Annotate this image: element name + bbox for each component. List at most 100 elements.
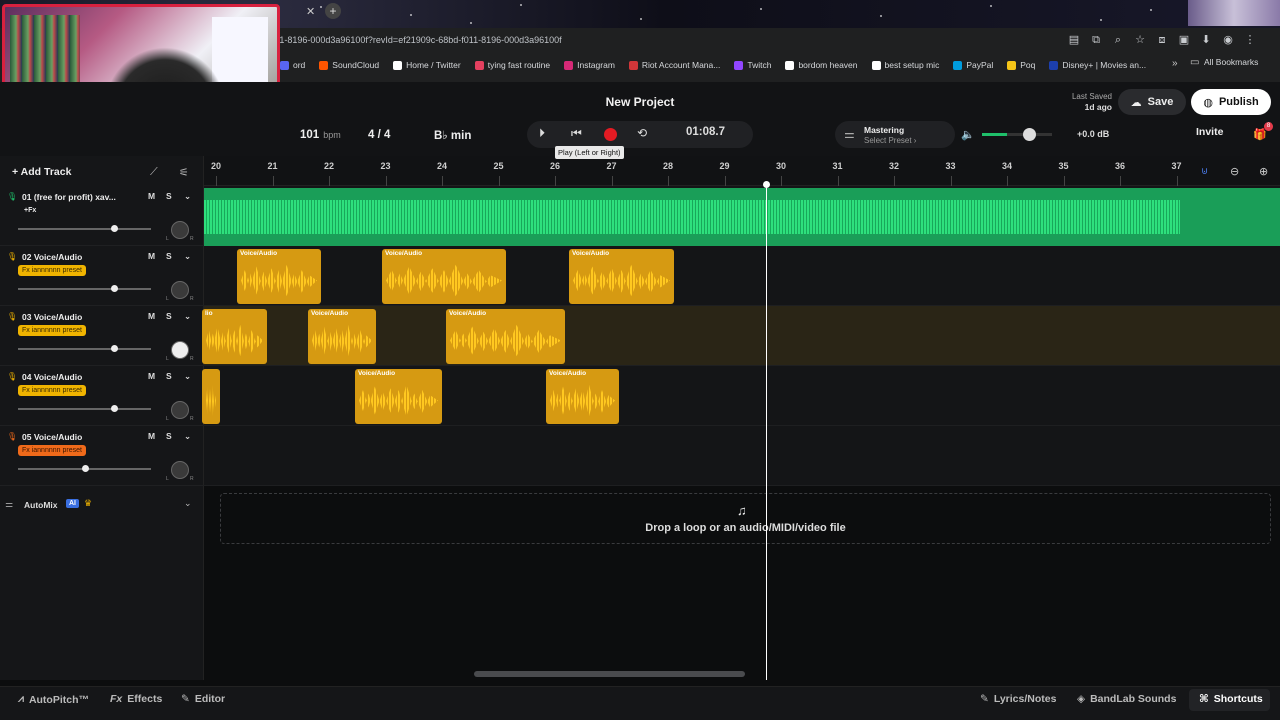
- extensions-icon[interactable]: ⧈: [1151, 31, 1173, 49]
- chevron-down-icon[interactable]: ⌄: [184, 251, 191, 262]
- reader-icon[interactable]: ▤: [1063, 31, 1085, 49]
- effects-button[interactable]: Fx Effects: [110, 693, 162, 705]
- all-bookmarks-link[interactable]: All Bookmarks: [1204, 57, 1258, 67]
- mute-button[interactable]: M: [148, 371, 155, 381]
- audio-clip[interactable]: Voice/Audio: [569, 249, 674, 304]
- audio-clip[interactable]: Voice/Audio: [382, 249, 506, 304]
- track-header-2[interactable]: 🎙 02 Voice/Audio M S ⌄ Fx iannnnnn preset L R: [0, 246, 204, 306]
- track-volume-knob[interactable]: [110, 285, 118, 292]
- chevron-down-icon[interactable]: ⌄: [184, 431, 191, 442]
- solo-button[interactable]: S: [166, 311, 172, 321]
- mute-button[interactable]: M: [148, 431, 155, 441]
- microphone-icon[interactable]: 🎙: [7, 252, 17, 261]
- solo-button[interactable]: S: [166, 251, 172, 261]
- microphone-icon[interactable]: 🎙: [7, 432, 17, 441]
- close-tab-icon[interactable]: ✕: [306, 5, 315, 18]
- chevron-down-icon[interactable]: ⌄: [184, 498, 192, 509]
- audio-clip[interactable]: Voice/Audio: [546, 369, 619, 424]
- audio-clip[interactable]: Voice/Audio: [355, 369, 442, 424]
- bandlab-sounds-button[interactable]: ◈ BandLab Sounds: [1077, 693, 1176, 705]
- solo-button[interactable]: S: [166, 371, 172, 381]
- bpm-display[interactable]: 101 bpm: [300, 124, 341, 146]
- invite-button[interactable]: Invite: [1196, 126, 1223, 138]
- install-icon[interactable]: ⧉: [1085, 31, 1107, 49]
- bookmark-item[interactable]: Disney+ | Movies an...: [1049, 60, 1146, 70]
- editor-button[interactable]: ✎ Editor: [181, 693, 225, 705]
- fx-preset-badge[interactable]: Fx iannnnnn preset: [18, 325, 86, 336]
- track-name[interactable]: 02 Voice/Audio: [22, 252, 124, 262]
- track-name[interactable]: 01 (free for profit) xav...: [22, 192, 124, 202]
- solo-button[interactable]: S: [166, 431, 172, 441]
- audio-clip[interactable]: lio: [202, 309, 267, 364]
- mute-button[interactable]: M: [148, 191, 155, 201]
- download-icon[interactable]: ⬇: [1195, 31, 1217, 49]
- bookmark-item[interactable]: ord: [280, 60, 305, 70]
- key-display[interactable]: B♭ min: [434, 124, 471, 146]
- track-volume-knob[interactable]: [81, 465, 89, 472]
- track-header-1[interactable]: 🎙 01 (free for profit) xav... M S ⌄ +Fx L R: [0, 186, 204, 246]
- audio-clip[interactable]: Voice/Audio: [446, 309, 565, 364]
- time-signature[interactable]: 4 / 4: [368, 124, 390, 146]
- skip-back-icon[interactable]: ⏮: [571, 126, 582, 141]
- track-volume-knob[interactable]: [110, 405, 118, 412]
- chevron-down-icon[interactable]: ⌄: [184, 311, 191, 322]
- lyrics-notes-button[interactable]: ✎ Lyrics/Notes: [980, 693, 1056, 705]
- bookmark-star-icon[interactable]: ☆: [1129, 31, 1151, 49]
- audio-clip[interactable]: Voice/Audio: [308, 309, 376, 364]
- bookmark-item[interactable]: best setup mic: [871, 60, 939, 70]
- track-settings-icon[interactable]: ⚟: [179, 166, 189, 179]
- bookmark-item[interactable]: PayPal: [953, 60, 993, 70]
- add-track-button[interactable]: + Add Track: [12, 166, 71, 178]
- fx-preset-badge[interactable]: +Fx: [20, 205, 40, 216]
- playhead-handle[interactable]: [763, 181, 770, 188]
- pan-knob[interactable]: [171, 281, 189, 299]
- bookmark-item[interactable]: tying fast routine: [474, 60, 550, 70]
- drop-zone[interactable]: [220, 493, 1271, 544]
- publish-button[interactable]: ◍ Publish: [1191, 89, 1271, 115]
- pan-knob[interactable]: [171, 401, 189, 419]
- mastering-button[interactable]: ⚌ Mastering Select Preset ›: [835, 121, 955, 148]
- microphone-icon[interactable]: 🎙: [7, 312, 17, 321]
- track-volume-knob[interactable]: [110, 345, 118, 352]
- fx-preset-badge[interactable]: Fx iannnnnn preset: [18, 385, 86, 396]
- track-volume-slider[interactable]: [18, 225, 151, 232]
- zoom-out-icon[interactable]: ⊖: [1230, 165, 1239, 178]
- bookmark-item[interactable]: Twitch: [734, 60, 771, 70]
- track-volume-knob[interactable]: [110, 225, 118, 232]
- bookmark-item[interactable]: Home / Twitter: [393, 60, 461, 70]
- microphone-icon[interactable]: 🎙: [7, 372, 17, 381]
- chevron-right-icon[interactable]: »: [1172, 58, 1178, 69]
- track-name[interactable]: 05 Voice/Audio: [22, 432, 124, 442]
- mute-button[interactable]: M: [148, 251, 155, 261]
- zoom-icon[interactable]: ⌕: [1107, 31, 1129, 49]
- track-volume-slider[interactable]: [18, 285, 151, 292]
- metronome-icon[interactable]: ⏵: [539, 126, 545, 141]
- loop-icon[interactable]: ⟲: [637, 126, 647, 140]
- bookmark-item[interactable]: Poq: [1007, 60, 1035, 70]
- address-bar[interactable]: 011-8196-000d3a96100f?revId=ef21909c-68b…: [270, 31, 1170, 49]
- profile-icon[interactable]: ◉: [1217, 31, 1239, 49]
- horizontal-scrollbar[interactable]: [474, 671, 745, 677]
- save-button[interactable]: ☁ Save: [1118, 89, 1186, 115]
- new-tab-icon[interactable]: +: [325, 3, 341, 19]
- microphone-icon[interactable]: 🎙: [7, 192, 17, 201]
- track-header-4[interactable]: 🎙 04 Voice/Audio M S ⌄ Fx iannnnnn preset L R: [0, 366, 204, 426]
- track-lane-02[interactable]: [204, 246, 1280, 306]
- audio-clip[interactable]: [202, 369, 220, 424]
- tools-icon[interactable]: ⟋: [150, 166, 158, 179]
- record-button[interactable]: [604, 128, 617, 141]
- menu-icon[interactable]: ⋮: [1239, 31, 1261, 49]
- fx-preset-badge[interactable]: Fx iannnnnn preset: [18, 265, 86, 276]
- master-volume-slider[interactable]: [982, 133, 1052, 136]
- master-volume-knob[interactable]: [1023, 128, 1036, 141]
- chevron-down-icon[interactable]: ⌄: [184, 191, 191, 202]
- bookmark-item[interactable]: Instagram: [564, 60, 615, 70]
- track-volume-slider[interactable]: [18, 345, 151, 352]
- track-volume-slider[interactable]: [18, 465, 151, 472]
- bookmark-item[interactable]: Riot Account Mana...: [628, 60, 720, 70]
- audio-clip[interactable]: Voice/Audio: [237, 249, 321, 304]
- zoom-in-icon[interactable]: ⊕: [1259, 165, 1268, 178]
- mute-button[interactable]: M: [148, 311, 155, 321]
- track-volume-slider[interactable]: [18, 405, 151, 412]
- track-name[interactable]: 04 Voice/Audio: [22, 372, 124, 382]
